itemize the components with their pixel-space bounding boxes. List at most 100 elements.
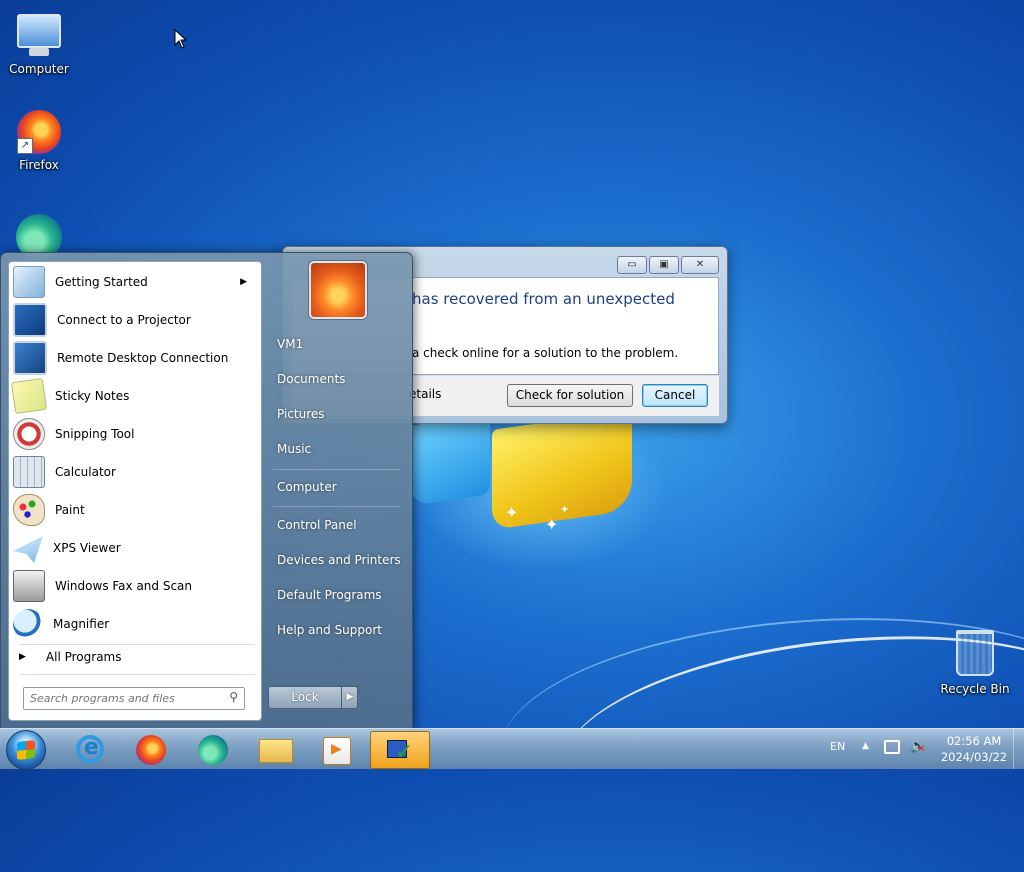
power-options-arrow-icon[interactable]: ▶ [341,687,358,708]
search-input[interactable] [24,688,222,709]
divider [273,469,401,470]
submenu-arrow-icon: ▶ [240,277,247,287]
paint-icon [13,494,45,526]
wallpaper-sparkle-icon: ✦ [505,503,519,522]
taskbar-action-center-app[interactable]: ✓ [370,731,430,769]
details-toggle[interactable]: etails [409,387,441,401]
all-programs-arrow-icon: ▶ [19,652,26,662]
mouse-cursor-icon [174,29,188,49]
start-item-devices-and-printers[interactable]: Devices and Printers [277,553,401,567]
program-windows-fax-and-scan[interactable]: Windows Fax and Scan [13,569,257,603]
start-item-documents[interactable]: Documents [277,372,345,386]
projector-icon [13,303,47,337]
taskbar-internet-explorer[interactable] [62,731,116,767]
desktop-icon-recycle-bin[interactable]: Recycle Bin [937,630,1013,696]
program-label: Getting Started [55,275,148,289]
calculator-icon [13,456,45,488]
check-for-solution-button[interactable]: Check for solution [507,384,633,407]
snipping-tool-icon [13,418,45,450]
program-calculator[interactable]: Calculator [13,455,257,489]
file-explorer-icon [259,739,293,763]
start-item-music[interactable]: Music [277,442,311,456]
cancel-button[interactable]: Cancel [642,384,708,407]
start-item-pictures[interactable]: Pictures [277,407,325,421]
search-icon: ⚲ [229,690,238,704]
internet-explorer-icon [76,735,104,763]
firefox-icon [136,735,166,765]
desktop-icon-computer[interactable]: Computer [1,8,77,76]
desktop-icon-firefox[interactable]: ↗ Firefox [1,110,77,172]
start-menu: Getting Started ▶ Connect to a Projector… [0,252,413,730]
program-label: Remote Desktop Connection [57,351,229,365]
program-xps-viewer[interactable]: XPS Viewer [13,531,257,565]
all-programs[interactable]: ▶ All Programs [19,650,122,664]
start-item-computer[interactable]: Computer [277,480,337,494]
program-sticky-notes[interactable]: Sticky Notes [10,377,257,415]
program-remote-desktop-connection[interactable]: Remote Desktop Connection [13,341,257,375]
user-avatar[interactable] [309,261,367,319]
getting-started-icon [13,266,45,298]
divider [273,506,401,507]
taskbar-firefox[interactable] [123,731,177,767]
start-item-default-programs[interactable]: Default Programs [277,588,382,602]
program-label: Snipping Tool [55,427,135,441]
language-indicator[interactable]: EN [830,740,845,753]
desktop-icon-label: Computer [9,62,69,76]
magnifier-icon [13,609,43,639]
network-icon[interactable] [884,740,900,754]
desktop-icon-label: Recycle Bin [940,682,1010,696]
start-item-help-and-support[interactable]: Help and Support [277,623,382,637]
clock-date: 2024/03/22 [940,750,1008,764]
program-label: Connect to a Projector [57,313,191,327]
show-hidden-icons-icon[interactable]: ▲ [862,741,869,751]
maximize-button[interactable]: ▣ [649,256,679,274]
divider [19,674,255,675]
program-paint[interactable]: Paint [13,493,257,527]
action-center-icon: ✓ [385,736,413,765]
clock[interactable]: 02:56 AM 2024/03/22 [934,733,1014,765]
lock-button[interactable]: Lock ▶ [268,686,358,709]
desktop-icon-label: Firefox [19,158,59,172]
dialog-message: a check online for a solution to the pro… [412,346,679,360]
fax-scan-icon [13,570,45,602]
show-desktop-button[interactable] [1013,729,1024,769]
taskbar-edge[interactable] [185,731,239,767]
wallpaper-sparkle-icon: ✦ [545,515,559,534]
start-menu-programs-pane: Getting Started ▶ Connect to a Projector… [8,261,262,721]
all-programs-label: All Programs [45,650,122,664]
search-box[interactable]: ⚲ [23,687,245,710]
program-magnifier[interactable]: Magnifier [13,607,257,641]
sticky-notes-icon [10,377,48,415]
program-label: XPS Viewer [53,541,121,555]
program-label: Windows Fax and Scan [55,579,193,593]
taskbar-media-player[interactable] [308,731,362,767]
taskbar-file-explorer[interactable] [247,731,301,767]
start-item-vm1[interactable]: VM1 [277,337,303,351]
remote-desktop-icon [13,341,47,375]
divider [19,644,255,645]
program-getting-started[interactable]: Getting Started ▶ [13,265,257,299]
minimize-button[interactable]: ▭ [617,256,647,274]
wallpaper-sparkle-icon: ✦ [560,503,570,516]
start-button[interactable] [6,730,46,770]
edge-icon [198,735,228,765]
window-controls: ▭ ▣ ✕ [617,256,719,274]
program-label: Paint [55,503,85,517]
clock-time: 02:56 AM [946,734,1002,748]
windows-logo-icon [17,740,35,760]
taskbar: ✓ EN ▲ 🔈✕ 02:56 AM 2024/03/22 [0,728,1024,770]
program-snipping-tool[interactable]: Snipping Tool [13,417,257,451]
close-button[interactable]: ✕ [681,256,719,274]
dialog-heading: has recovered from an unexpected [412,290,675,308]
start-item-control-panel[interactable]: Control Panel [277,518,357,532]
program-connect-to-a-projector[interactable]: Connect to a Projector [13,303,257,337]
program-label: Magnifier [53,617,110,631]
volume-muted-icon[interactable]: 🔈 ✕ [910,739,926,755]
computer-icon [17,14,61,56]
program-label: Calculator [55,465,116,479]
lock-label: Lock [291,690,319,704]
xps-viewer-icon [13,536,43,563]
shortcut-arrow-icon: ↗ [17,138,33,154]
media-player-icon [323,737,351,765]
wallpaper-flag-blue [410,414,490,506]
